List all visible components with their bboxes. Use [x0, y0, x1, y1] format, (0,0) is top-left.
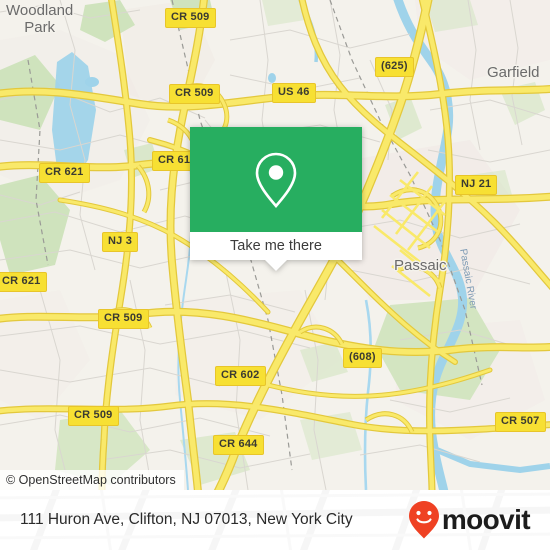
place-label-passaic: Passaic: [394, 257, 447, 274]
location-popup-card[interactable]: Take me there: [190, 127, 362, 271]
road-shield[interactable]: CR 509: [169, 84, 220, 104]
place-label-line: Park: [24, 18, 56, 36]
road-shield[interactable]: CR 621: [39, 163, 90, 183]
road-shield[interactable]: CR 644: [213, 435, 264, 455]
road-shield[interactable]: US 46: [272, 83, 316, 103]
road-shield[interactable]: (625): [375, 57, 414, 77]
road-shield[interactable]: CR 509: [165, 8, 216, 28]
map-pin-icon: [255, 152, 297, 208]
take-me-there-label: Take me there: [230, 238, 322, 254]
map-canvas[interactable]: Woodland Park Garfield Passaic Passaic R…: [0, 0, 550, 490]
road-shield[interactable]: CR 602: [215, 366, 266, 386]
road-shield[interactable]: CR 509: [98, 309, 149, 329]
moovit-logo[interactable]: moovit: [407, 500, 531, 540]
place-label-line: Woodland: [6, 2, 74, 19]
road-shield[interactable]: CR 507: [495, 412, 546, 432]
moovit-wordmark: moovit: [441, 504, 531, 535]
road-shield[interactable]: CR 509: [68, 406, 119, 426]
moovit-map-screenshot: Woodland Park Garfield Passaic Passaic R…: [0, 0, 550, 550]
footer-bar: 111 Huron Ave, Clifton, NJ 07013, New Yo…: [0, 490, 550, 550]
take-me-there-button[interactable]: Take me there: [190, 232, 362, 260]
road-shield[interactable]: NJ 21: [455, 175, 498, 195]
road-shield[interactable]: (608): [343, 348, 382, 368]
moovit-pin-icon: [408, 501, 439, 539]
road-shield[interactable]: CR 621: [0, 272, 47, 292]
popup-header: [190, 127, 362, 232]
popup-tail: [265, 260, 287, 271]
address-label: 111 Huron Ave, Clifton, NJ 07013, New Yo…: [20, 511, 353, 528]
road-shield[interactable]: NJ 3: [102, 232, 139, 252]
place-label-woodland-park: Woodland Park: [6, 2, 74, 37]
map-attribution[interactable]: © OpenStreetMap contributors: [0, 470, 184, 490]
place-label-garfield: Garfield: [487, 64, 540, 81]
footer-content: 111 Huron Ave, Clifton, NJ 07013, New Yo…: [0, 490, 550, 550]
